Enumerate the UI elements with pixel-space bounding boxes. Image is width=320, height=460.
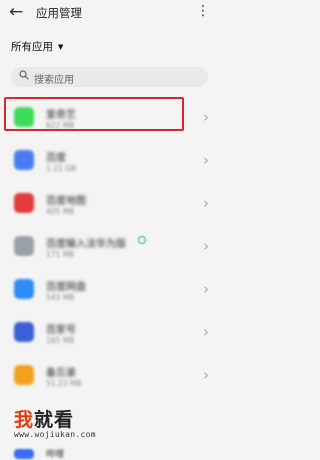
highlight-box: [4, 97, 184, 131]
search-placeholder: 搜索应用: [34, 75, 74, 86]
chevron-right-icon: ›: [203, 280, 209, 298]
app-item-memo[interactable]: 备忘录 51.23 MB ›: [0, 355, 219, 398]
chevron-right-icon: ›: [203, 151, 209, 169]
chevron-right-icon: ›: [203, 366, 209, 384]
chevron-right-icon: ›: [203, 194, 209, 212]
app-item-baidu-map[interactable]: 百度地图 405 MB ›: [0, 183, 219, 226]
search-icon: [19, 70, 29, 80]
app-icon: [14, 322, 34, 342]
app-size: 51.23 MB: [46, 379, 82, 388]
app-list: 爱奇艺 622 MB › 百度 1.21 GB › 百度地图 405 MB › …: [0, 97, 219, 398]
chevron-right-icon: ›: [203, 108, 209, 126]
app-size: 405 MB: [46, 207, 75, 216]
more-options-icon[interactable]: ⋮: [196, 2, 210, 20]
app-size: 165 MB: [46, 336, 75, 345]
filter-label: 所有应用: [11, 41, 53, 53]
app-item-baidu-netdisk[interactable]: 百度网盘 543 MB ›: [0, 269, 219, 312]
caret-down-icon: ▼: [58, 43, 64, 51]
app-name: 百度: [46, 153, 66, 164]
app-bar: ← 应用管理 ⋮: [0, 0, 219, 28]
app-icon: [14, 236, 34, 256]
app-icon: [14, 279, 34, 299]
app-size: 1.21 GB: [46, 164, 77, 173]
app-name: 哔哩: [46, 450, 65, 460]
page-title: 应用管理: [36, 6, 82, 20]
app-name: 百家号: [46, 325, 76, 336]
watermark: 我就看 www.wojiukan.com: [14, 405, 96, 439]
app-size: 171 MB: [46, 250, 75, 259]
app-icon: [14, 449, 34, 459]
app-icon: [14, 193, 34, 213]
app-size: 543 MB: [46, 293, 75, 302]
app-name: 百度输入法华为版: [46, 239, 126, 250]
watermark-url: www.wojiukan.com: [14, 430, 96, 439]
status-badge-icon: [138, 236, 146, 244]
app-name: 百度网盘: [46, 282, 86, 293]
app-name: 备忘录: [46, 368, 76, 379]
app-item-baidu-input[interactable]: 百度输入法华为版 171 MB ›: [0, 226, 219, 269]
app-name: 百度地图: [46, 196, 86, 207]
app-icon: [14, 365, 34, 385]
search-input[interactable]: 搜索应用: [11, 67, 208, 87]
chevron-right-icon: ›: [203, 323, 209, 341]
partial-app-item[interactable]: 哔哩: [0, 447, 219, 460]
app-item-baijiahao[interactable]: 百家号 165 MB ›: [0, 312, 219, 355]
chevron-right-icon: ›: [203, 237, 209, 255]
watermark-logo: 我就看: [14, 409, 75, 431]
app-filter-dropdown[interactable]: 所有应用 ▼: [11, 39, 63, 54]
app-item-baidu[interactable]: 百度 1.21 GB ›: [0, 140, 219, 183]
back-arrow-icon[interactable]: ←: [9, 2, 23, 22]
app-icon: [14, 150, 34, 170]
